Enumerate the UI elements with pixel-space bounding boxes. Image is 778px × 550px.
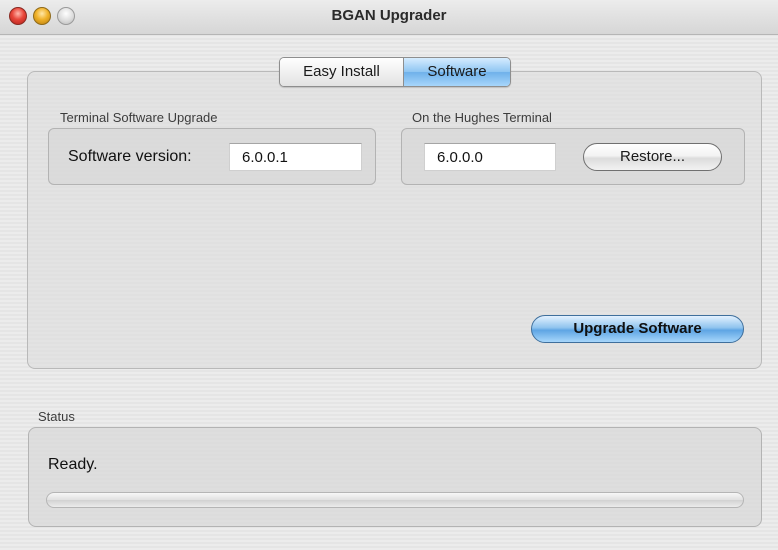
upgrade-software-button[interactable]: Upgrade Software <box>531 315 744 343</box>
status-group-label: Status <box>38 409 75 424</box>
hughes-terminal-group-label: On the Hughes Terminal <box>412 110 552 125</box>
app-window: BGAN Upgrader Easy Install Software Term… <box>0 0 778 550</box>
status-text: Ready. <box>48 456 98 473</box>
title-bar: BGAN Upgrader <box>0 0 778 35</box>
tab-easy-install[interactable]: Easy Install <box>280 58 404 86</box>
terminal-version-field[interactable] <box>424 143 556 171</box>
tab-bar: Easy Install Software <box>279 57 511 87</box>
status-group <box>28 427 762 527</box>
restore-button[interactable]: Restore... <box>583 143 722 171</box>
software-version-label: Software version: <box>68 148 192 165</box>
tab-software[interactable]: Software <box>404 58 510 86</box>
window-title: BGAN Upgrader <box>331 7 447 24</box>
software-version-field[interactable] <box>229 143 362 171</box>
progress-bar <box>46 492 744 508</box>
terminal-upgrade-group-label: Terminal Software Upgrade <box>60 110 218 125</box>
